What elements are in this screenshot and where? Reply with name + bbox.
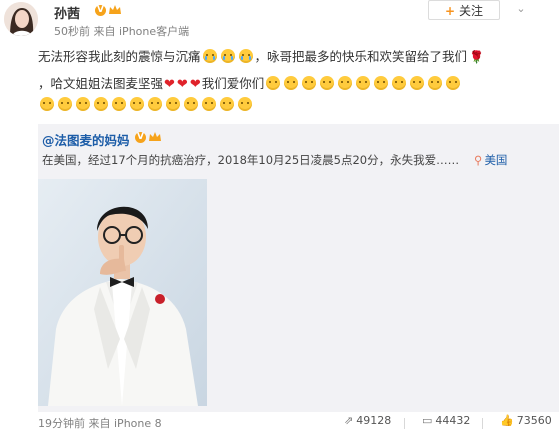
emoji-yellow-face-icon: [166, 97, 180, 111]
repost-meta: 19分钟前 来自 iPhone 8: [38, 415, 162, 431]
repost-location[interactable]: ⚲ 美国: [474, 152, 507, 168]
heart-icon: ❤: [164, 77, 175, 92]
like-count: 73560: [516, 414, 552, 427]
repost-author[interactable]: @法图麦的妈妈: [42, 130, 130, 149]
post-text-line-1: 无法形容我此刻的震惊与沉痛 ，咏哥把最多的快乐和欢笑留给了我们 🌹: [38, 46, 484, 65]
repost-text: 在美国，经过17个月的抗癌治疗，2018年10月25日凌晨5点20分，永失我爱……: [42, 153, 460, 167]
post-time[interactable]: 50秒前: [54, 25, 90, 38]
member-crown-icon: [149, 132, 161, 141]
man-in-white-tuxedo-image: [38, 179, 207, 406]
post-text-part: 无法形容我此刻的震惊与沉痛: [38, 49, 201, 64]
emoji-yellow-face-icon: [40, 97, 54, 111]
emoji-yellow-face-icon: [410, 76, 425, 90]
repost-count: 49128: [356, 414, 392, 427]
repost-icon: ⇗: [344, 414, 354, 427]
post-source[interactable]: iPhone客户端: [119, 25, 189, 38]
repost-action[interactable]: ⇗ 49128: [344, 414, 391, 427]
author-avatar[interactable]: [4, 2, 38, 36]
heart-icon: ❤: [176, 77, 188, 92]
comment-count: 44432: [435, 414, 471, 427]
emoji-cry-icon: [238, 49, 253, 63]
repost-photo[interactable]: [38, 179, 207, 406]
emoji-yellow-face-icon: [202, 97, 216, 111]
like-icon: 👍: [500, 414, 514, 427]
emoji-yellow-face-icon: [392, 76, 407, 90]
repost-source[interactable]: iPhone 8: [114, 417, 162, 430]
emoji-yellow-face-icon: [130, 97, 144, 111]
emoji-yellow-face-icon: [338, 76, 353, 90]
emoji-yellow-face-icon: [356, 76, 371, 90]
emoji-yellow-face-icon: [266, 76, 281, 90]
avatar-image: [4, 2, 38, 36]
emoji-yellow-face-icon: [446, 76, 461, 90]
emoji-yellow-face-icon: [58, 97, 72, 111]
follow-label: 关注: [459, 4, 484, 18]
emoji-yellow-face-icon: [94, 97, 108, 111]
post-text-line-2: ，哈文姐姐法图麦坚强❤ ❤ ❤我们爱你们: [38, 73, 462, 92]
verified-badge-icon: V: [95, 5, 106, 16]
emoji-yellow-face-icon: [220, 97, 234, 111]
heart-icon: ❤: [189, 77, 201, 92]
emoji-cry-icon: [202, 49, 217, 63]
chevron-down-icon[interactable]: ⌄: [514, 2, 528, 16]
emoji-yellow-face-icon: [320, 76, 335, 90]
emoji-yellow-face-icon: [428, 76, 443, 90]
post-meta: 50秒前 来自 iPhone客户端: [54, 23, 189, 39]
emoji-yellow-face-icon: [374, 76, 389, 90]
plus-icon: +: [444, 4, 456, 18]
emoji-yellow-face-icon: [284, 76, 299, 90]
emoji-yellow-face-icon: [112, 97, 126, 111]
follow-button[interactable]: + 关注: [428, 0, 500, 20]
rose-icon: 🌹: [469, 50, 484, 64]
repost-time[interactable]: 19分钟前: [38, 417, 85, 430]
emoji-yellow-face-icon: [148, 97, 162, 111]
verified-badge-icon: V: [135, 132, 146, 143]
emoji-cry-icon: [220, 49, 235, 63]
comment-action[interactable]: ▭ 44432: [422, 414, 470, 427]
post-text-part: ，咏哥把最多的快乐和欢笑留给了我们: [254, 49, 468, 64]
location-pin-icon: ⚲: [474, 153, 483, 167]
divider: [404, 418, 405, 429]
emoji-yellow-face-icon: [238, 97, 252, 111]
post-text-line-3: [38, 97, 254, 112]
member-crown-icon: [109, 5, 121, 14]
emoji-yellow-face-icon: [76, 97, 90, 111]
source-prefix: 来自: [93, 25, 116, 38]
like-action[interactable]: 👍 73560: [500, 414, 552, 427]
comment-icon: ▭: [422, 414, 433, 427]
emoji-yellow-face-icon: [302, 76, 317, 90]
divider: [482, 418, 483, 429]
location-label: 美国: [484, 153, 508, 167]
source-prefix: 来自: [88, 417, 111, 430]
post-text-part: ，哈文姐姐法图麦坚强: [38, 76, 164, 91]
post-text-part: 我们爱你们: [201, 76, 265, 91]
emoji-yellow-face-icon: [184, 97, 198, 111]
author-name[interactable]: 孙茜: [54, 3, 80, 22]
